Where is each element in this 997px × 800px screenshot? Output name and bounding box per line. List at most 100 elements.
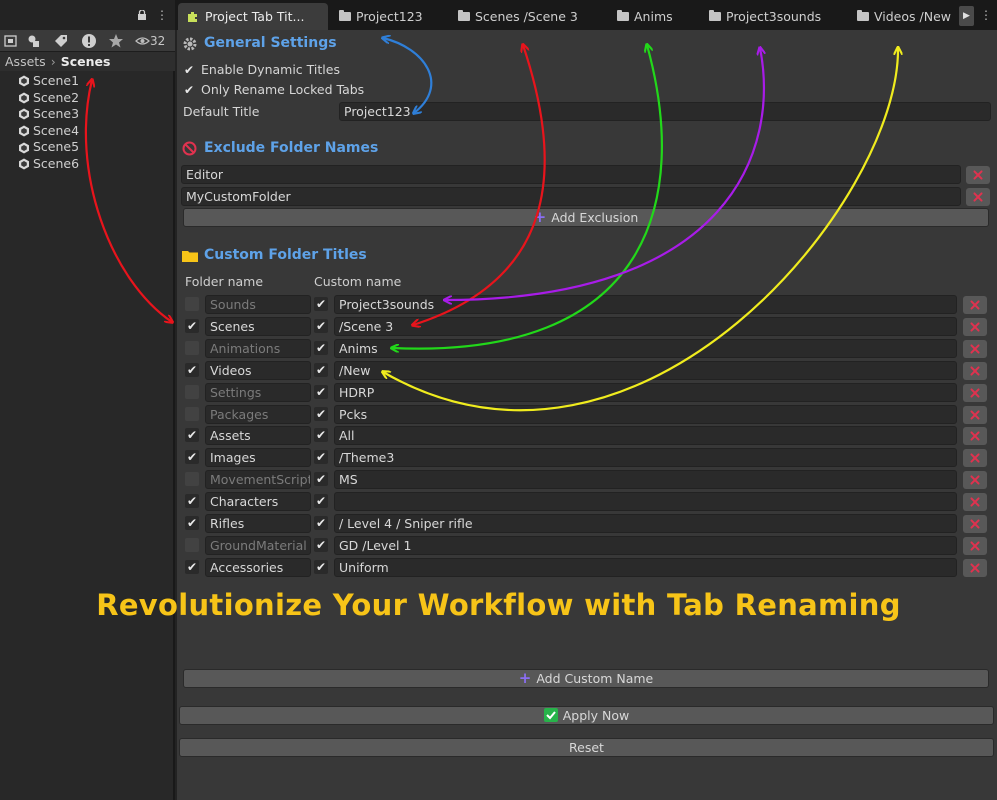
folder-name-field[interactable]: Accessories [205, 557, 311, 577]
remove-custom-name-button[interactable] [963, 493, 987, 512]
scene-list-item[interactable]: Scene6 [18, 156, 79, 173]
custom-name-field[interactable]: MS [334, 470, 957, 490]
tab-scenes[interactable]: Scenes /Scene 3 [458, 3, 578, 30]
add-custom-name-button[interactable]: + Add Custom Name [183, 669, 989, 688]
custom-name-enabled-checkbox[interactable]: ✔ [314, 428, 328, 443]
alert-icon[interactable] [80, 32, 98, 50]
custom-name-enabled-checkbox[interactable]: ✔ [314, 340, 328, 355]
custom-name-enabled-checkbox[interactable]: ✔ [314, 297, 328, 311]
folder-enabled-checkbox[interactable] [185, 340, 199, 355]
custom-name-field[interactable]: /New [334, 360, 957, 380]
tab-videos[interactable]: Videos /New [857, 3, 951, 30]
folder-enabled-checkbox[interactable] [185, 537, 199, 552]
folder-enabled-checkbox[interactable] [185, 472, 199, 487]
custom-name-enabled-checkbox[interactable]: ✔ [314, 537, 328, 552]
default-title-field[interactable]: Project123 [339, 102, 991, 121]
folder-enabled-checkbox[interactable]: ✔ [185, 516, 199, 530]
folder-enabled-checkbox[interactable]: ✔ [185, 362, 199, 377]
lock-icon[interactable] [137, 10, 147, 20]
custom-name-enabled-checkbox[interactable]: ✔ [314, 318, 328, 333]
breadcrumb-current[interactable]: Scenes [61, 54, 111, 69]
remove-custom-name-button[interactable] [963, 515, 987, 533]
scene-list-item[interactable]: Scene1 [18, 73, 79, 90]
panel-menu-icon[interactable]: ⋮ [156, 9, 168, 23]
custom-name-field[interactable]: /Theme3 [334, 448, 957, 468]
tab-project-tab-titles[interactable]: Project Tab Tit... [178, 3, 328, 30]
custom-name-enabled-checkbox[interactable]: ✔ [314, 494, 328, 509]
tab-project3sounds[interactable]: Project3sounds [709, 3, 821, 30]
remove-custom-name-button[interactable] [963, 449, 987, 468]
enable-dynamic-titles-checkbox[interactable]: ✔ [182, 63, 196, 77]
folder-enabled-checkbox[interactable] [185, 406, 199, 421]
tab-scroll-right-icon[interactable]: ▶ [959, 6, 974, 26]
custom-name-enabled-checkbox[interactable]: ✔ [314, 362, 328, 377]
custom-name-enabled-checkbox[interactable]: ✔ [314, 559, 328, 574]
folder-enabled-checkbox[interactable]: ✔ [185, 428, 199, 443]
folder-enabled-checkbox[interactable] [185, 384, 199, 399]
remove-custom-name-button[interactable] [963, 383, 987, 402]
folder-name-field[interactable]: Assets [205, 426, 311, 446]
remove-custom-name-button[interactable] [963, 405, 987, 424]
custom-name-field[interactable]: /Scene 3 [334, 316, 957, 336]
custom-name-field[interactable]: All [334, 426, 957, 446]
custom-name-field[interactable]: Project3sounds [334, 295, 957, 314]
remove-custom-name-button[interactable] [963, 296, 987, 314]
apply-now-button[interactable]: Apply Now [179, 706, 994, 725]
remove-exclusion-button[interactable] [966, 188, 990, 206]
remove-custom-name-button[interactable] [963, 361, 987, 380]
custom-name-field[interactable]: HDRP [334, 382, 957, 402]
tab-menu-icon[interactable]: ⋮ [980, 8, 992, 22]
scene-list-item[interactable]: Scene3 [18, 106, 79, 123]
folder-name-field[interactable]: Rifles [205, 514, 311, 533]
folder-enabled-checkbox[interactable] [185, 297, 199, 311]
folder-name-field[interactable]: MovementScript [205, 470, 311, 490]
exclude-field-editor[interactable]: Editor [181, 165, 961, 184]
custom-name-field[interactable]: / Level 4 / Sniper rifle [334, 514, 957, 533]
folder-name-field[interactable]: Sounds [205, 295, 311, 314]
custom-name-enabled-checkbox[interactable]: ✔ [314, 406, 328, 421]
folder-enabled-checkbox[interactable]: ✔ [185, 318, 199, 333]
scene-filter-icon[interactable] [2, 32, 20, 50]
custom-name-field[interactable]: Uniform [334, 557, 957, 577]
custom-name-enabled-checkbox[interactable]: ✔ [314, 472, 328, 487]
type-filter-icon[interactable] [25, 32, 43, 50]
custom-name-field[interactable]: GD /Level 1 [334, 535, 957, 555]
hidden-packages-toggle[interactable]: 32 [135, 31, 165, 51]
tab-project123[interactable]: Project123 [339, 3, 423, 30]
folder-name-field[interactable]: Videos [205, 360, 311, 380]
remove-exclusion-button[interactable] [966, 166, 990, 184]
scene-list-item[interactable]: Scene5 [18, 139, 79, 156]
custom-name-field[interactable]: Anims [334, 338, 957, 358]
add-exclusion-button[interactable]: + Add Exclusion [183, 208, 989, 227]
only-rename-locked-checkbox[interactable]: ✔ [182, 83, 196, 97]
custom-name-enabled-checkbox[interactable]: ✔ [314, 516, 328, 530]
custom-name-enabled-checkbox[interactable]: ✔ [314, 384, 328, 399]
remove-custom-name-button[interactable] [963, 427, 987, 446]
tab-anims[interactable]: Anims [617, 3, 673, 30]
remove-custom-name-button[interactable] [963, 317, 987, 336]
label-filter-icon[interactable] [52, 32, 70, 50]
remove-custom-name-button[interactable] [963, 558, 987, 577]
scene-list-item[interactable]: Scene4 [18, 123, 79, 140]
folder-name-field[interactable]: Characters [205, 492, 311, 512]
folder-name-field[interactable]: GroundMaterial [205, 535, 311, 555]
folder-enabled-checkbox[interactable]: ✔ [185, 494, 199, 509]
favorite-star-icon[interactable] [107, 32, 125, 50]
folder-enabled-checkbox[interactable]: ✔ [185, 559, 199, 574]
remove-custom-name-button[interactable] [963, 339, 987, 358]
breadcrumb-root[interactable]: Assets [5, 54, 46, 69]
custom-name-field[interactable] [334, 492, 957, 512]
folder-enabled-checkbox[interactable]: ✔ [185, 450, 199, 465]
reset-button[interactable]: Reset [179, 738, 994, 757]
folder-name-field[interactable]: Settings [205, 382, 311, 402]
remove-custom-name-button[interactable] [963, 471, 987, 490]
folder-name-field[interactable]: Animations [205, 338, 311, 358]
folder-name-field[interactable]: Scenes [205, 316, 311, 336]
scene-list-item[interactable]: Scene2 [18, 90, 79, 107]
exclude-field-mycustomfolder[interactable]: MyCustomFolder [181, 187, 961, 206]
folder-name-field[interactable]: Images [205, 448, 311, 468]
folder-name-field[interactable]: Packages [205, 404, 311, 424]
custom-name-field[interactable]: Pcks [334, 404, 957, 424]
remove-custom-name-button[interactable] [963, 536, 987, 555]
custom-name-enabled-checkbox[interactable]: ✔ [314, 450, 328, 465]
